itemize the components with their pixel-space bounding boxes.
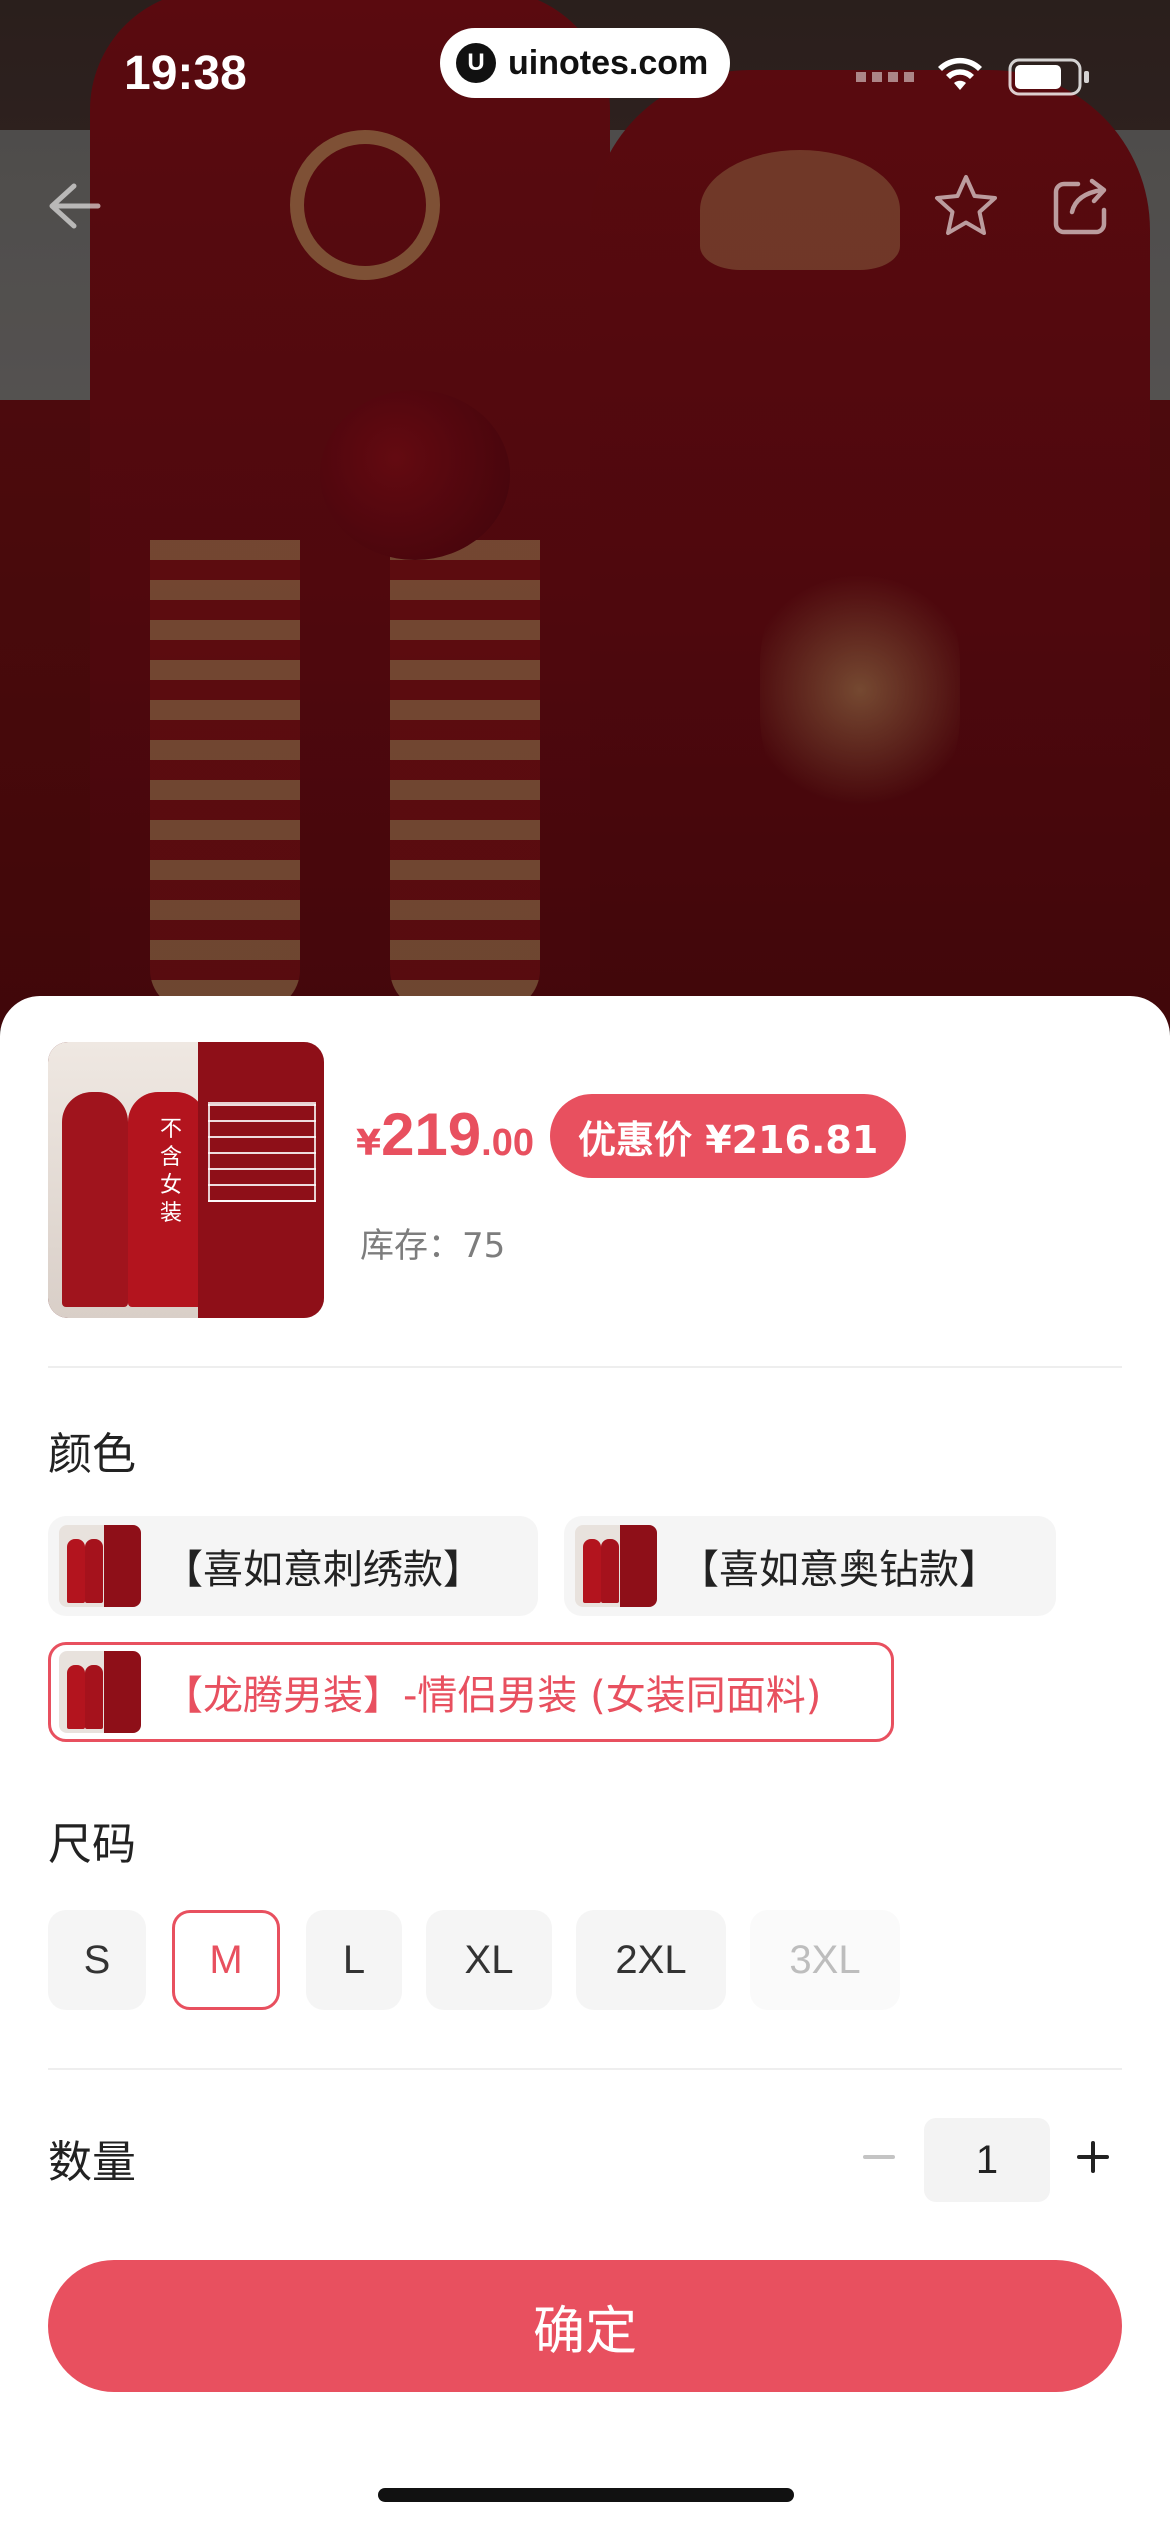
size-option-l[interactable]: L [306,1910,402,2010]
confirm-button[interactable]: 确定 [48,2260,1122,2392]
minus-icon[interactable] [862,2140,896,2174]
size-section-title: 尺码 [48,1819,136,1870]
size-option-m[interactable]: M [172,1910,280,2010]
color-option[interactable]: 【喜如意奥钻款】 [564,1516,1056,1616]
color-section-title: 颜色 [48,1429,136,1480]
color-option-selected[interactable]: 【龙腾男装】-情侣男装 (女装同面料) [48,1642,894,1742]
star-icon[interactable] [932,172,1000,238]
site-logo-icon: U [456,43,496,83]
product-photo [0,0,1170,1030]
url-text: uinotes.com [508,43,709,82]
divider [48,1366,1122,1368]
quantity-label: 数量 [48,2137,136,2188]
color-option-label: 【龙腾男装】-情侣男装 (女装同面料) [163,1673,822,1719]
product-thumbnail: 不含女装 [48,1042,324,1318]
color-option-thumbnail [59,1651,141,1733]
price-decimal: .00 [481,1122,534,1164]
color-option[interactable]: 【喜如意刺绣款】 [48,1516,538,1616]
price-integer: 219 [381,1101,482,1168]
plus-icon[interactable] [1076,2140,1110,2174]
color-option-thumbnail [575,1525,657,1607]
price: ¥ 219 .00 [356,1100,534,1169]
thumbnail-tag: 不含女装 [159,1117,182,1226]
wifi-icon [938,57,982,90]
battery-icon [1008,58,1089,96]
color-option-label: 【喜如意奥钻款】 [679,1547,999,1593]
stock-label: 库存：75 [360,1226,506,1266]
home-indicator [378,2488,794,2502]
photo-dim-overlay [0,0,1170,1030]
color-option-label: 【喜如意刺绣款】 [163,1547,483,1593]
arrow-left-icon[interactable] [46,180,102,232]
size-option-3xl: 3XL [750,1910,900,2010]
divider [48,2068,1122,2070]
signal-dots-icon [856,72,916,82]
thumbnail-size-table [208,1102,316,1202]
price-currency: ¥ [356,1123,382,1164]
status-time: 19:38 [124,47,247,100]
size-option-xl[interactable]: XL [426,1910,552,2010]
share-icon[interactable] [1052,176,1114,236]
promo-price-badge: 优惠价 ¥216.81 [550,1094,907,1178]
size-option-2xl[interactable]: 2XL [576,1910,726,2010]
url-pill[interactable]: U uinotes.com [440,28,730,98]
thumbnail-groom [62,1092,128,1307]
color-option-thumbnail [59,1525,141,1607]
size-option-s[interactable]: S [48,1910,146,2010]
quantity-input[interactable]: 1 [924,2118,1050,2202]
